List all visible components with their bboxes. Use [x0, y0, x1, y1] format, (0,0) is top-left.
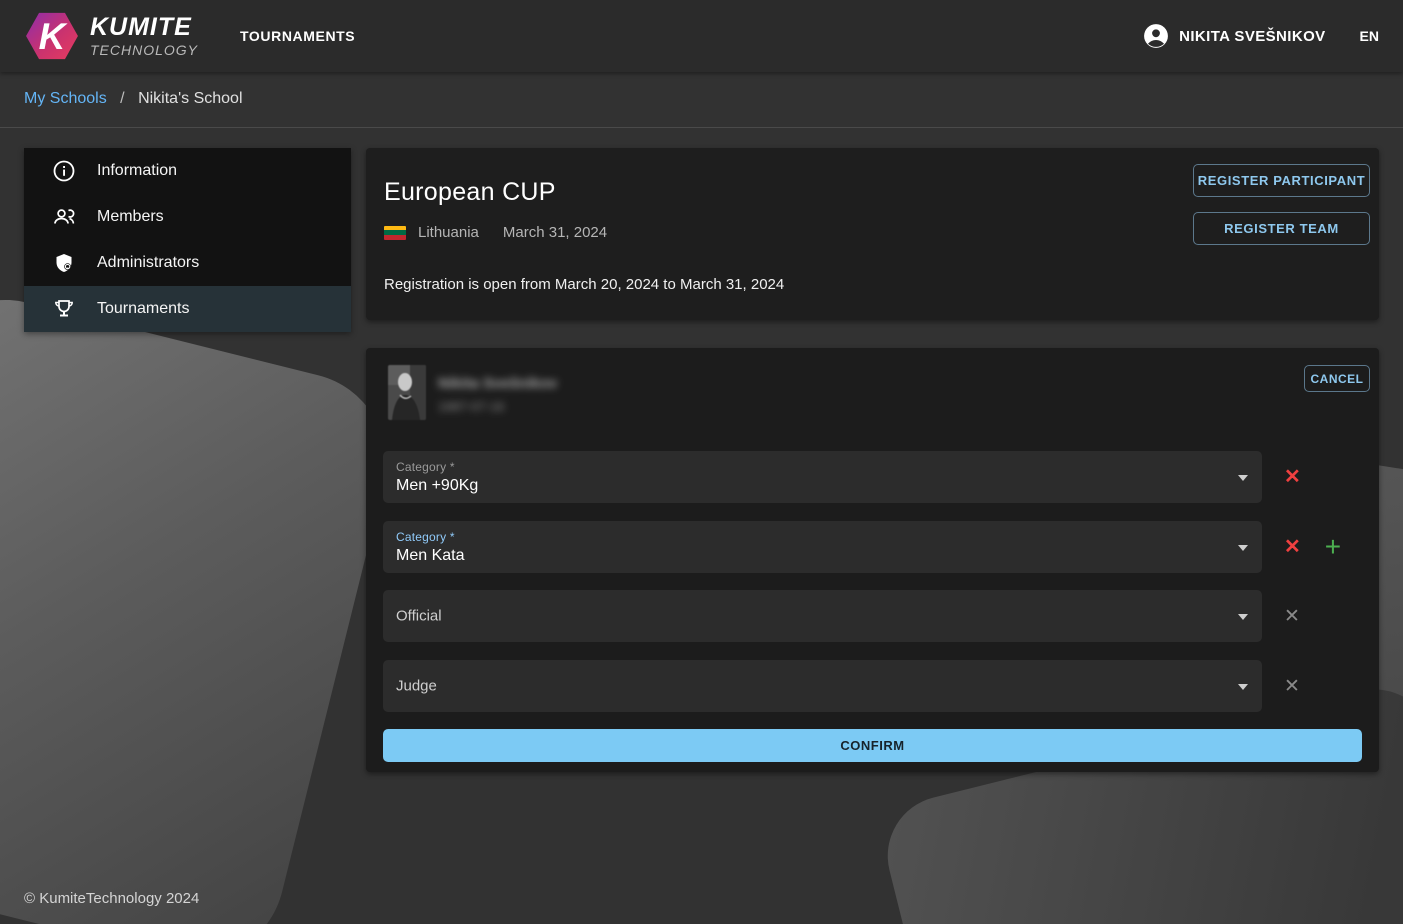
chevron-down-icon [1238, 545, 1248, 551]
chevron-down-icon [1238, 614, 1248, 620]
sidebar-item-label: Administrators [97, 254, 199, 272]
header-divider [0, 127, 1403, 128]
kumite-hexagon-logo-icon: K [24, 11, 80, 61]
sidebar-item-administrators[interactable]: Administrators [24, 240, 351, 286]
chevron-down-icon [1238, 475, 1248, 481]
register-team-button[interactable]: REGISTER TEAM [1193, 212, 1370, 245]
trophy-icon [52, 297, 76, 321]
remove-category-2-button[interactable]: ✕ [1284, 537, 1301, 557]
participant-texts: Nikita Svešnikov 1987-07-16 [438, 365, 557, 420]
background-blob-left [0, 281, 405, 924]
registration-form-card: Nikita Svešnikov 1987-07-16 CANCEL Categ… [366, 348, 1379, 772]
category-select-2[interactable]: Category * Men Kata [383, 521, 1262, 573]
breadcrumb-my-schools-link[interactable]: My Schools [24, 90, 107, 107]
sidebar-item-label: Members [97, 208, 164, 226]
category-select-2-label: Category * [396, 530, 455, 544]
school-sidebar: Information Members Administrators [24, 148, 351, 332]
brand-logo[interactable]: K KUMITE TECHNOLOGY [24, 11, 198, 61]
remove-category-1-button[interactable]: ✕ [1284, 467, 1301, 487]
registration-note: Registration is open from March 20, 2024… [384, 276, 784, 293]
svg-text:K: K [39, 15, 68, 57]
sidebar-item-members[interactable]: Members [24, 194, 351, 240]
participant-name: Nikita Svešnikov [438, 375, 557, 392]
register-participant-button[interactable]: REGISTER PARTICIPANT [1193, 164, 1370, 197]
participant-summary: Nikita Svešnikov 1987-07-16 [388, 365, 557, 420]
footer-copyright: © KumiteTechnology 2024 [24, 890, 199, 907]
sidebar-item-label: Information [97, 162, 177, 180]
brand-subtitle: TECHNOLOGY [90, 43, 198, 57]
sidebar-item-label: Tournaments [97, 300, 190, 318]
user-menu[interactable]: NIKITA SVEŠNIKOV [1143, 23, 1325, 49]
tournament-title: European CUP [384, 178, 556, 207]
brand-title: KUMITE [90, 15, 198, 40]
judge-select[interactable]: Judge [383, 660, 1262, 712]
official-select-label: Official [396, 608, 442, 625]
judge-select-label: Judge [396, 678, 437, 695]
sidebar-item-tournaments[interactable]: Tournaments [24, 286, 351, 332]
info-icon [52, 159, 76, 183]
sidebar-item-information[interactable]: Information [24, 148, 351, 194]
category-select-1-value: Men +90Kg [396, 477, 478, 495]
tournament-date: March 31, 2024 [503, 224, 607, 241]
nav-tournaments[interactable]: TOURNAMENTS [240, 28, 355, 44]
admin-shield-icon [52, 251, 76, 275]
lithuania-flag-icon [384, 226, 406, 240]
cancel-button[interactable]: CANCEL [1304, 365, 1370, 392]
app-header: K KUMITE TECHNOLOGY TOURNAMENTS NIKITA S… [0, 0, 1403, 72]
category-select-1[interactable]: Category * Men +90Kg [383, 451, 1262, 503]
tournament-card: European CUP Lithuania March 31, 2024 Re… [366, 148, 1379, 320]
breadcrumb-current: Nikita's School [138, 90, 242, 107]
clear-official-button[interactable]: ✕ [1284, 607, 1300, 626]
user-name: NIKITA SVEŠNIKOV [1179, 28, 1325, 45]
clear-judge-button[interactable]: ✕ [1284, 677, 1300, 696]
tournament-country: Lithuania [418, 224, 479, 241]
app-window: K KUMITE TECHNOLOGY TOURNAMENTS NIKITA S… [0, 0, 1403, 924]
participant-birth-date: 1987-07-16 [438, 399, 557, 414]
category-select-1-label: Category * [396, 460, 455, 474]
add-category-button[interactable]: + [1325, 533, 1341, 561]
official-select[interactable]: Official [383, 590, 1262, 642]
breadcrumb: My Schools / Nikita's School [24, 90, 243, 108]
chevron-down-icon [1238, 684, 1248, 690]
language-selector[interactable]: EN [1360, 28, 1379, 44]
category-select-2-value: Men Kata [396, 547, 464, 565]
members-icon [52, 205, 76, 229]
breadcrumb-separator: / [120, 90, 124, 107]
participant-avatar [388, 365, 426, 420]
confirm-button[interactable]: CONFIRM [383, 729, 1362, 762]
account-circle-icon [1143, 23, 1169, 49]
